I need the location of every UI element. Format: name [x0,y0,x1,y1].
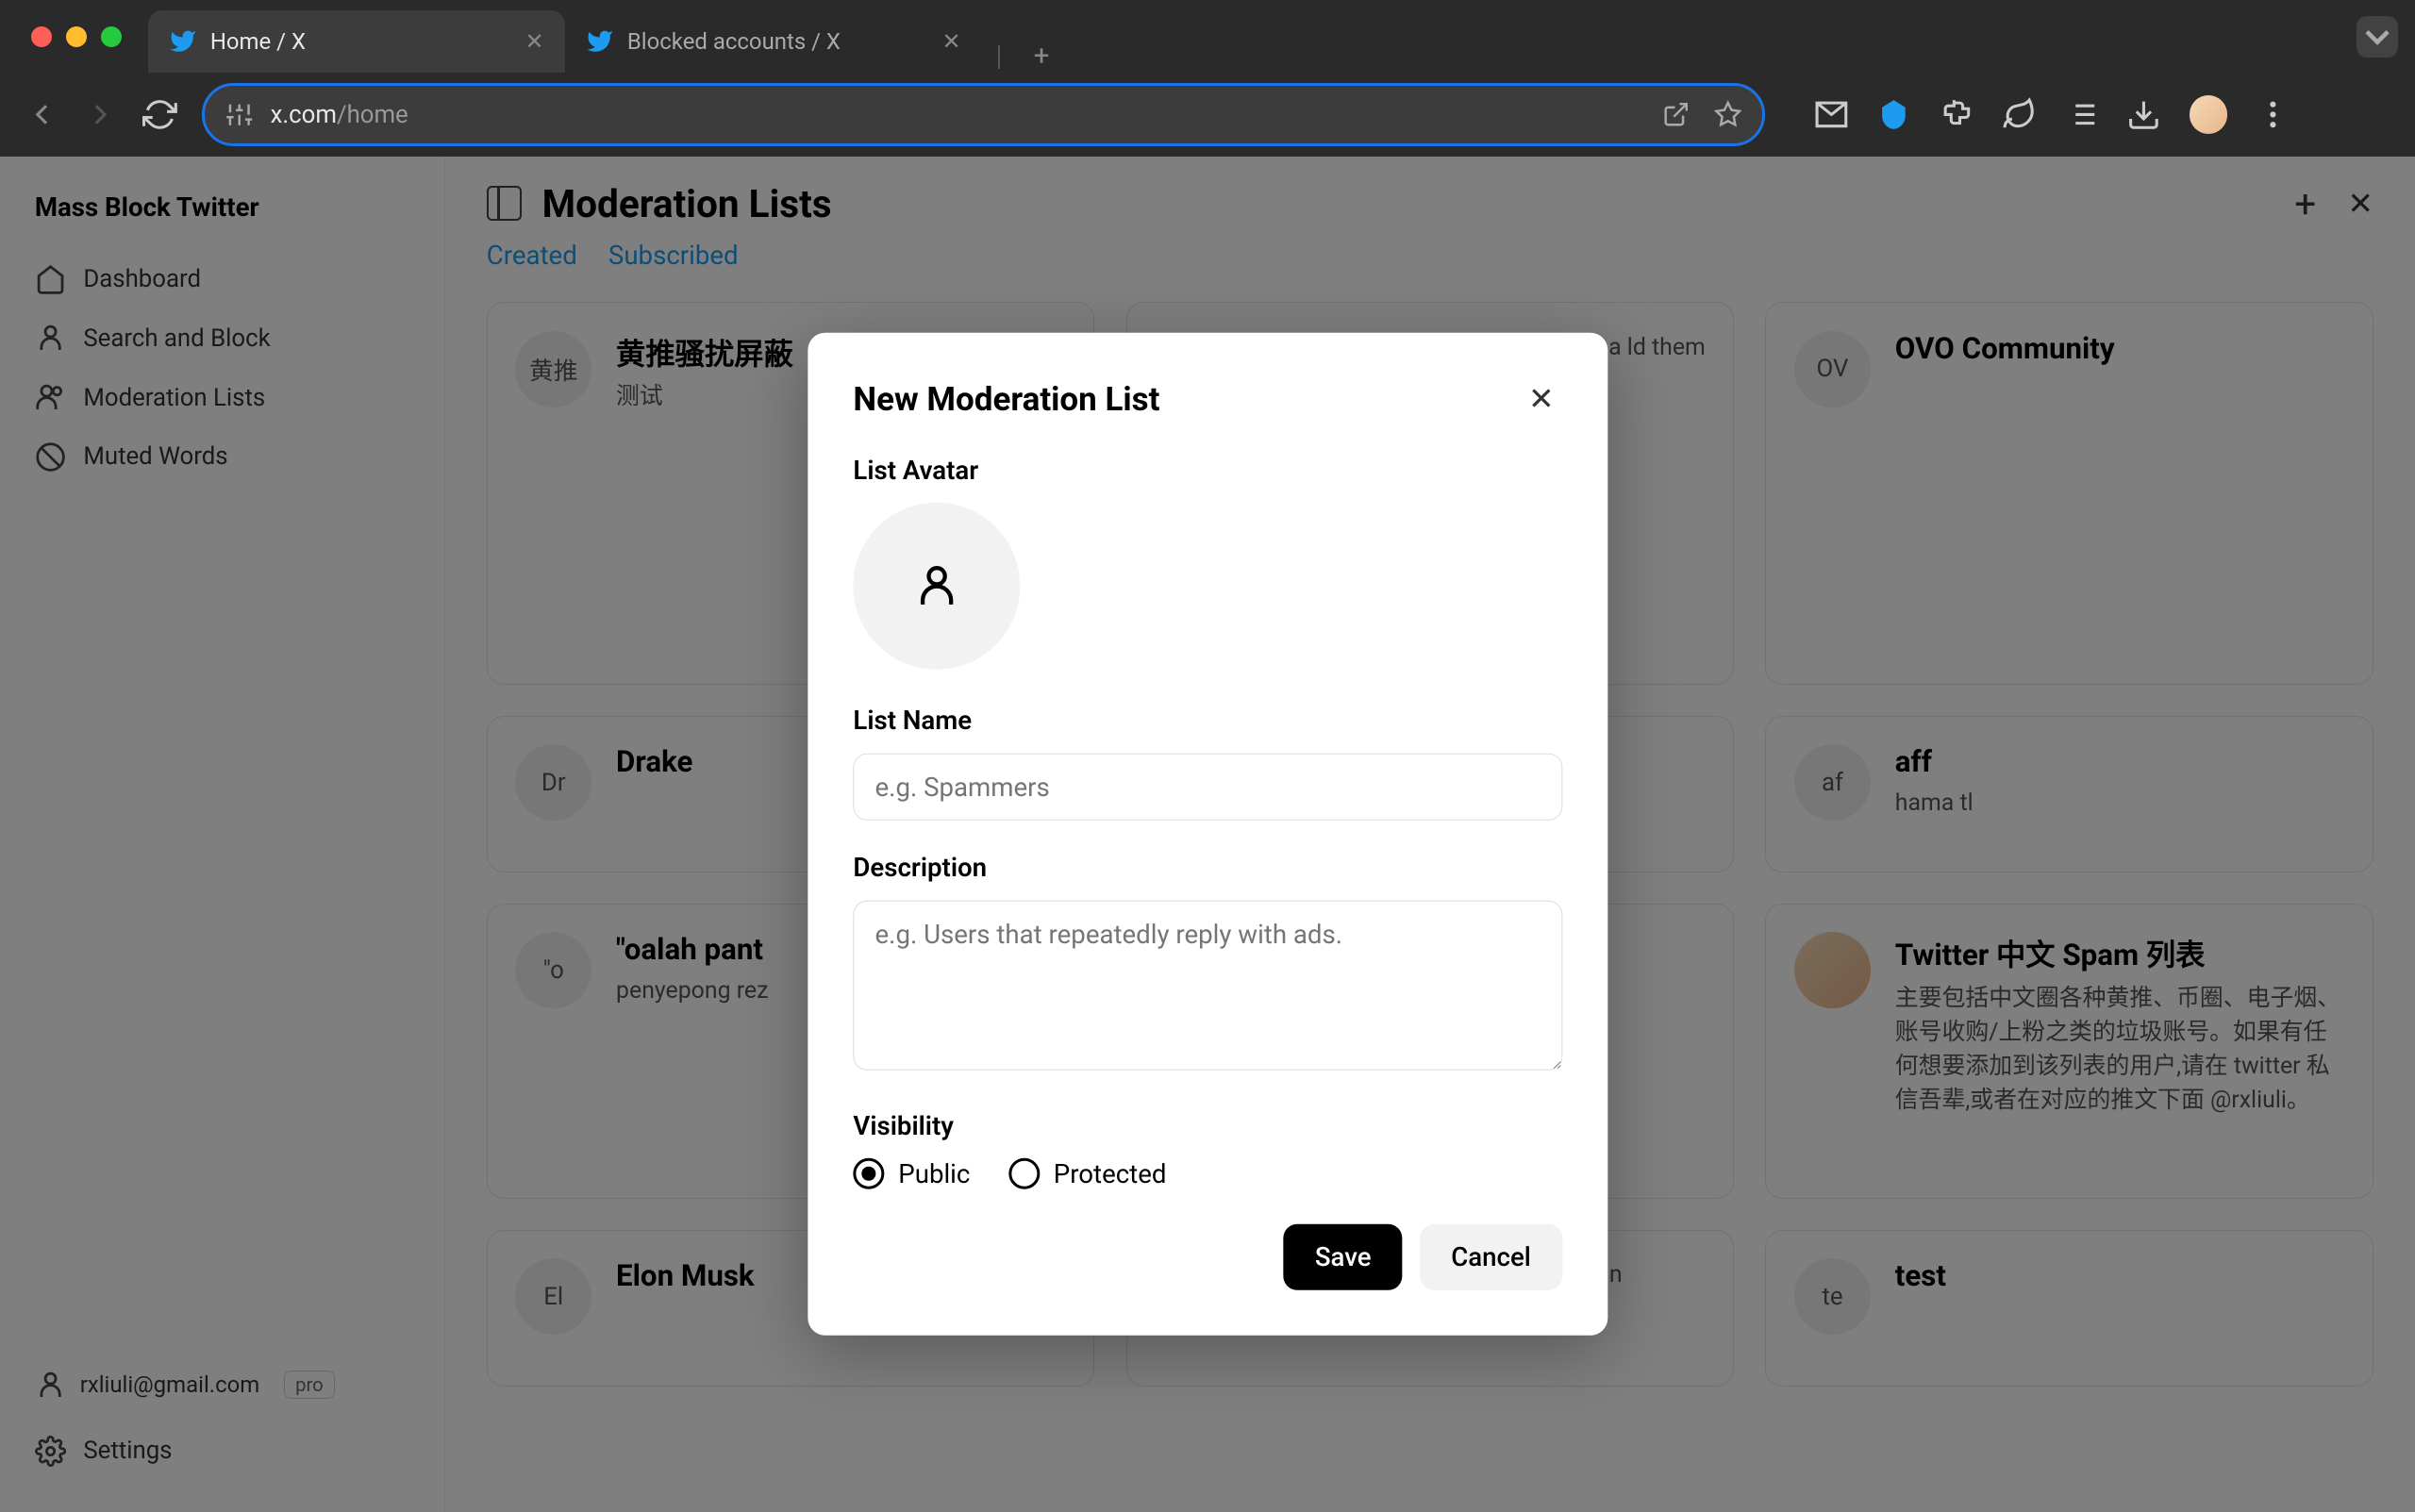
close-icon[interactable]: ✕ [1521,378,1562,420]
browser-tab-bar: Home / X ✕ Blocked accounts / X ✕ | + [0,0,2415,73]
browser-tab-active[interactable]: Home / X ✕ [148,10,565,73]
extensions-icon[interactable] [1940,97,1974,132]
avatar-upload-button[interactable] [853,503,1020,670]
browser-toolbar: x.com/home [0,73,2415,156]
open-external-icon[interactable] [1662,97,1690,131]
close-window-button[interactable] [31,26,52,47]
browser-tab[interactable]: Blocked accounts / X ✕ [565,10,982,73]
profile-avatar[interactable] [2190,95,2228,134]
leaf-icon[interactable] [2002,97,2037,132]
site-settings-icon[interactable] [225,101,253,128]
name-label: List Name [853,705,1562,736]
close-tab-icon[interactable]: ✕ [942,28,961,55]
twitter-icon [586,27,613,55]
more-icon[interactable] [2256,97,2290,132]
reload-button[interactable] [142,97,177,132]
extension-icon-blue[interactable] [1876,97,1911,132]
window-controls [17,26,121,47]
list-name-input[interactable] [853,753,1562,821]
radio-label: Protected [1054,1158,1167,1189]
back-button[interactable] [25,97,59,132]
twitter-icon [169,27,196,55]
modal-title: New Moderation List [853,379,1159,418]
visibility-label: Visibility [853,1109,1562,1140]
new-tab-button[interactable]: + [1016,41,1067,73]
close-tab-icon[interactable]: ✕ [525,28,543,55]
cancel-button[interactable]: Cancel [1420,1224,1562,1290]
tab-overflow-button[interactable] [2357,16,2398,58]
desc-label: Description [853,852,1562,883]
minimize-window-button[interactable] [66,26,87,47]
mail-icon[interactable] [1814,97,1849,132]
new-list-modal: New Moderation List ✕ List Avatar List N… [808,333,1607,1335]
save-button[interactable]: Save [1284,1224,1403,1290]
forward-button[interactable] [83,97,118,132]
person-icon [912,562,961,611]
browser-tabs: Home / X ✕ Blocked accounts / X ✕ | + [148,0,2357,73]
avatar-label: List Avatar [853,455,1562,486]
tab-label: Blocked accounts / X [627,28,841,55]
extension-icons [1814,95,2290,134]
maximize-window-button[interactable] [101,26,122,47]
downloads-icon[interactable] [2126,97,2161,132]
visibility-radio-group: Public Protected [853,1158,1562,1189]
radio-protected[interactable]: Protected [1008,1158,1167,1189]
radio-label: Public [898,1158,970,1189]
tab-separator: | [982,41,1017,73]
tab-label: Home / X [210,28,306,55]
url-text: x.com/home [271,101,408,129]
media-icon[interactable] [2064,97,2099,132]
radio-icon [1008,1158,1040,1189]
radio-icon [853,1158,884,1189]
radio-public[interactable]: Public [853,1158,970,1189]
address-bar[interactable]: x.com/home [202,83,1766,145]
app-container: Mass Block Twitter Dashboard Search and … [0,157,2415,1512]
bookmark-icon[interactable] [1714,97,1741,131]
description-input[interactable] [853,901,1562,1072]
